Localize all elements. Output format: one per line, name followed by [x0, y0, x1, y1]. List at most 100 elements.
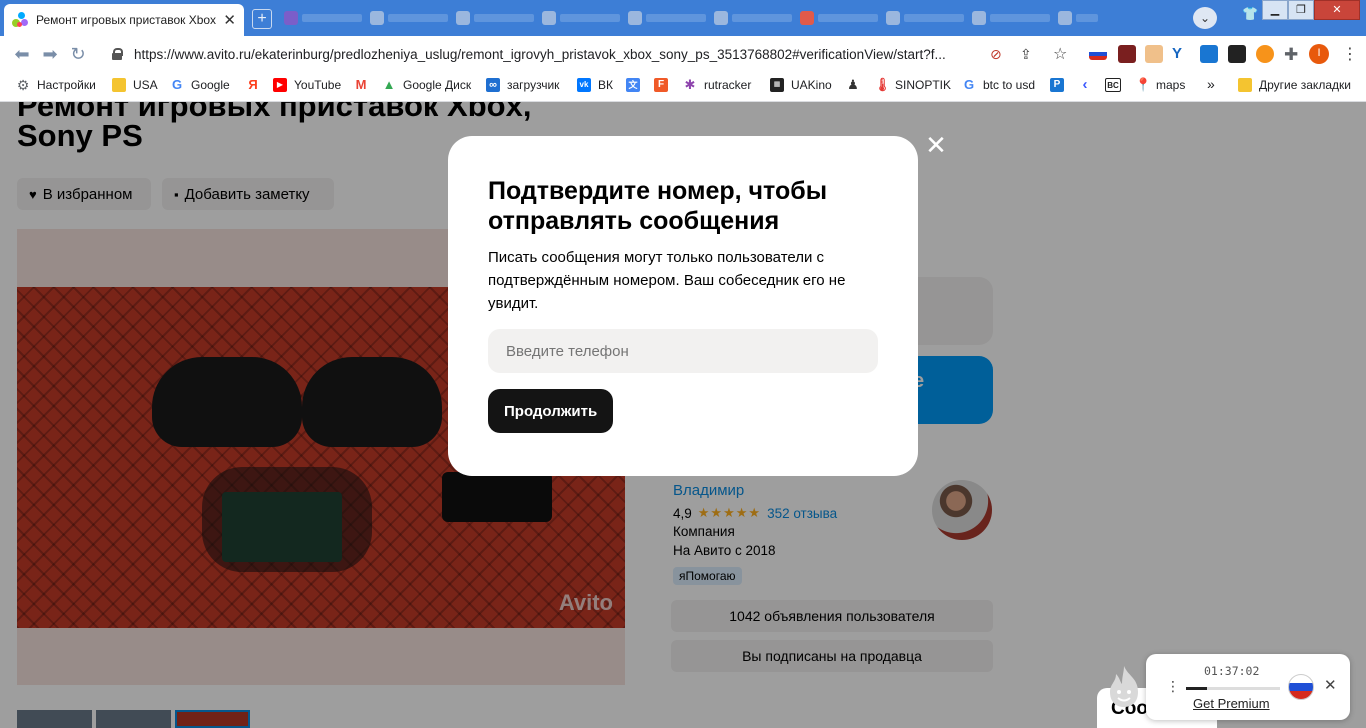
- bookmark-p[interactable]: P: [1050, 78, 1071, 92]
- bookmark-uakino[interactable]: ▦ UAKino: [770, 78, 832, 92]
- background-tab[interactable]: [456, 8, 534, 28]
- tab-title: Ремонт игровых приставок Xbox: [36, 13, 217, 27]
- bookmark-youtube[interactable]: ▶ YouTube: [273, 78, 341, 92]
- f-icon: F: [654, 78, 668, 92]
- flame-mascot-icon: [1110, 666, 1138, 707]
- figure-icon: ♟: [847, 77, 859, 92]
- bookmark-google[interactable]: G Google: [170, 77, 230, 93]
- bookmark-btc-to-usd[interactable]: Gbtc to usd: [962, 77, 1035, 93]
- background-tab[interactable]: [714, 8, 792, 28]
- browser-menu-icon[interactable]: ⋮: [1342, 44, 1358, 64]
- y-extension-icon[interactable]: Y: [1172, 45, 1190, 63]
- address-bar[interactable]: https://www.avito.ru/ekaterinburg/predlo…: [100, 40, 980, 68]
- rutracker-icon: ✱: [684, 77, 696, 92]
- url-text[interactable]: https://www.avito.ru/ekaterinburg/predlo…: [134, 47, 979, 62]
- bookmark-rutracker[interactable]: ✱ rutracker: [683, 77, 752, 93]
- bookmark-google-drive[interactable]: ▲ Google Диск: [382, 77, 472, 93]
- russia-flag-icon[interactable]: [1288, 674, 1314, 700]
- back-arrow-icon[interactable]: ⬅: [8, 44, 36, 65]
- bookmark-yandex[interactable]: Я: [246, 78, 267, 92]
- tab-search-button[interactable]: ⌄: [1193, 7, 1217, 29]
- new-tab-button[interactable]: +: [252, 9, 272, 29]
- google-icon: G: [171, 77, 183, 92]
- browser-tab-strip: Ремонт игровых приставок Xbox ✕ + ⌄ 👕 ▁ …: [0, 0, 1366, 36]
- minimize-button[interactable]: ▁: [1262, 0, 1288, 20]
- window-close-button[interactable]: ✕: [1314, 0, 1360, 20]
- yandex-icon: Я: [248, 77, 258, 92]
- russian-flag-extension-icon[interactable]: [1089, 48, 1107, 60]
- maps-pin-icon: 📍: [1135, 77, 1152, 92]
- modal-title: Подтвердите номер, чтобы отправлять сооб…: [488, 177, 828, 235]
- translate-icon: 文: [626, 78, 640, 92]
- bookmarks-bar: ⚙ Настройки USA G Google Я ▶ YouTube M ▲ Goo…: [0, 72, 1366, 102]
- bitcoin-extension-icon[interactable]: [1256, 45, 1274, 63]
- profile-avatar[interactable]: I: [1309, 44, 1329, 64]
- p-icon: P: [1050, 78, 1064, 92]
- youtube-icon: ▶: [273, 78, 287, 92]
- bookmark-bc[interactable]: BC: [1105, 78, 1128, 92]
- bookmark-downloader[interactable]: ∞ загрузчик: [486, 78, 559, 92]
- bookmark-settings[interactable]: ⚙ Настройки: [16, 78, 96, 92]
- bookmark-maps[interactable]: 📍 maps: [1135, 77, 1185, 93]
- phone-verification-modal: Подтвердите номер, чтобы отправлять сооб…: [448, 136, 918, 476]
- phone-input[interactable]: [488, 329, 878, 373]
- browser-toolbar: ⬅ ➡ ↻ https://www.avito.ru/ekaterinburg/…: [0, 36, 1366, 101]
- get-premium-link[interactable]: Get Premium: [1193, 696, 1270, 711]
- thermometer-icon: 🌡: [874, 77, 891, 92]
- shirt-icon[interactable]: 👕: [1242, 6, 1258, 22]
- download-extension-icon[interactable]: [1200, 45, 1218, 63]
- maximize-button[interactable]: ❐: [1288, 0, 1314, 20]
- vpn-progress-track: [1186, 687, 1280, 690]
- google-icon: G: [963, 77, 975, 92]
- modal-description: Писать сообщения могут только пользовате…: [488, 249, 846, 312]
- background-tab[interactable]: [1058, 8, 1098, 28]
- tab-close-icon[interactable]: ✕: [223, 11, 236, 29]
- vk-icon: vk: [577, 78, 591, 92]
- active-tab[interactable]: Ремонт игровых приставок Xbox ✕: [4, 4, 244, 36]
- close-icon[interactable]: ✕: [924, 132, 948, 158]
- folder-icon: [1238, 78, 1252, 92]
- forward-arrow-icon[interactable]: ➡: [36, 44, 64, 65]
- bookmark-usa[interactable]: USA: [112, 78, 158, 92]
- extension-icon[interactable]: [1118, 45, 1136, 63]
- extensions-puzzle-icon[interactable]: ✚: [1284, 45, 1302, 64]
- face-extension-icon[interactable]: [1145, 45, 1163, 63]
- bookmark-sinoptik[interactable]: 🌡 SINOPTIK: [874, 77, 951, 93]
- blocked-popup-icon[interactable]: ⊘: [990, 46, 1002, 63]
- background-tab[interactable]: [972, 8, 1050, 28]
- infinity-icon: ∞: [486, 78, 500, 92]
- background-tab[interactable]: [370, 8, 448, 28]
- avito-favicon-icon: [12, 12, 28, 28]
- bookmark-other[interactable]: Другие закладки: [1238, 78, 1351, 92]
- more-bookmarks-button[interactable]: »: [1207, 76, 1215, 92]
- reload-icon[interactable]: ↻: [64, 44, 92, 65]
- bookmark-f[interactable]: F: [654, 78, 675, 92]
- gear-icon: ⚙: [16, 77, 30, 93]
- folder-icon: [112, 78, 126, 92]
- chevron-icon: ‹: [1082, 76, 1088, 93]
- lock-icon: [112, 48, 123, 60]
- continue-button[interactable]: Продолжить: [488, 389, 614, 433]
- vpn-progress-fill: [1186, 687, 1207, 690]
- vpn-close-icon[interactable]: ✕: [1324, 676, 1337, 694]
- bookmark-chevron[interactable]: ‹: [1078, 76, 1099, 93]
- background-tab[interactable]: [542, 8, 620, 28]
- bookmark-gmail[interactable]: M: [354, 78, 375, 92]
- bookmark-star-icon[interactable]: ☆: [1053, 44, 1067, 64]
- background-tab[interactable]: [800, 8, 878, 28]
- bookmark-vk[interactable]: vk ВК: [577, 78, 613, 92]
- uakino-icon: ▦: [770, 78, 784, 92]
- drive-icon: ▲: [382, 77, 396, 92]
- bookmark-translate[interactable]: 文: [626, 78, 647, 92]
- vpn-menu-icon[interactable]: ⋮: [1166, 678, 1180, 695]
- gmail-icon: M: [355, 77, 367, 92]
- vpn-widget: ⋮ 01:37:02 Get Premium ✕: [1146, 654, 1350, 720]
- background-tab[interactable]: [628, 8, 706, 28]
- share-icon[interactable]: ⇪: [1020, 46, 1032, 63]
- bookmark-figure[interactable]: ♟: [846, 78, 867, 92]
- vpn-timer: 01:37:02: [1204, 664, 1260, 678]
- background-tab[interactable]: [886, 8, 964, 28]
- background-tab[interactable]: [284, 8, 362, 28]
- terminal-extension-icon[interactable]: [1228, 45, 1246, 63]
- bc-icon: BC: [1105, 78, 1121, 92]
